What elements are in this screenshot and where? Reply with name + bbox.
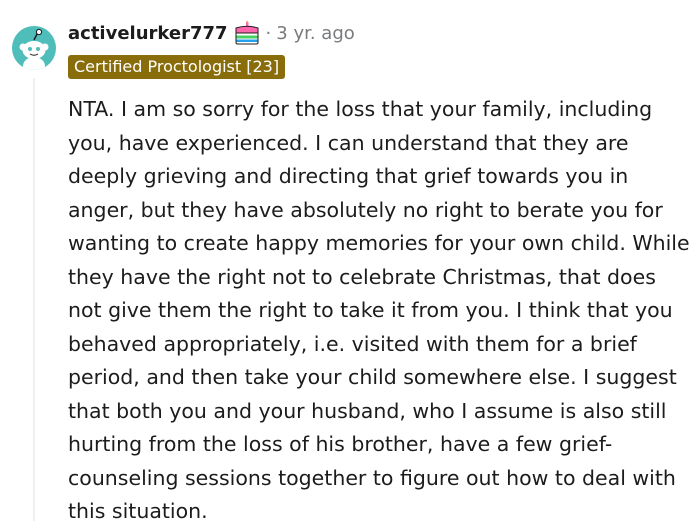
comment-body: NTA. I am so sorry for the loss that you… (68, 97, 690, 523)
cake-icon (234, 20, 260, 46)
avatar[interactable] (12, 26, 56, 70)
comment-header: activelurker777 · 3 yr. ago (68, 18, 355, 48)
separator-dot: · (265, 22, 272, 44)
snoo-avatar-icon (19, 28, 49, 70)
thread-line[interactable] (33, 78, 35, 521)
username-link[interactable]: activelurker777 (68, 23, 228, 44)
user-flair: Certified Proctologist [23] (68, 55, 286, 79)
timestamp-link[interactable]: 3 yr. ago (276, 23, 355, 44)
